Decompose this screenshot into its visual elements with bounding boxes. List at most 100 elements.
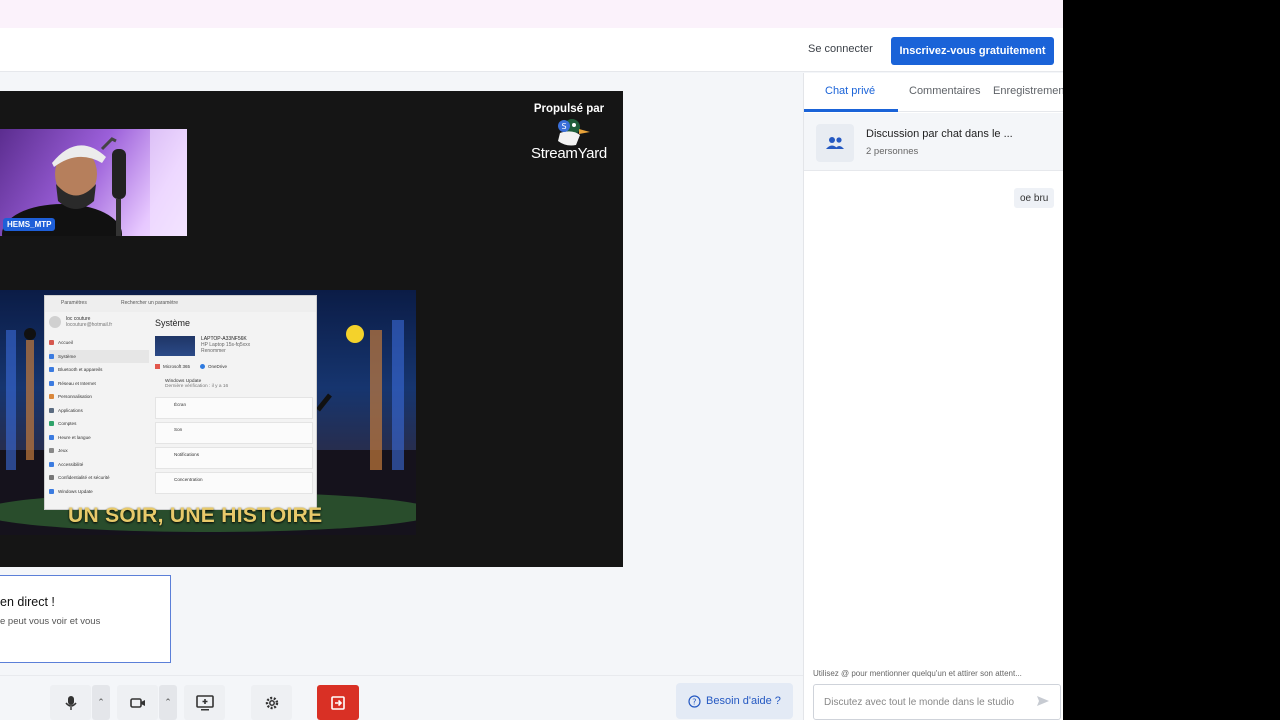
- window-user-email: locouture@hotmail.fr: [66, 322, 113, 328]
- microphone-button[interactable]: [50, 685, 91, 720]
- chevron-up-icon: ⌃: [97, 697, 105, 707]
- chat-header[interactable]: Discussion par chat dans le ... 2 person…: [804, 113, 1063, 171]
- window-nav-label: Réseau et Internet: [58, 380, 96, 386]
- people-icon: [826, 137, 844, 149]
- window-nav-label: Système: [58, 353, 76, 359]
- header-bar: Se connecter Inscrivez-vous gratuitement: [0, 28, 1063, 72]
- chat-members: 2 personnes: [866, 146, 919, 157]
- window-nav-label: Accessibilité: [58, 461, 84, 467]
- window-update: Windows Update Dernière vérification : i…: [155, 379, 313, 389]
- streamyard-logo-icon: S: [558, 119, 590, 146]
- window-nav-item: Comptes: [49, 417, 149, 431]
- window-nav-item: Applications: [49, 404, 149, 418]
- microphone-options-button[interactable]: ⌃: [92, 685, 110, 720]
- update-sub: Dernière vérification : il y a 16: [165, 384, 229, 389]
- window-nav-item: Windows Update: [49, 485, 149, 499]
- send-icon[interactable]: [1036, 695, 1050, 707]
- chat-input-placeholder: Discutez avec tout le monde dans le stud…: [824, 697, 1015, 708]
- chat-input[interactable]: Discutez avec tout le monde dans le stud…: [813, 684, 1061, 720]
- device-thumbnail: [155, 336, 195, 356]
- chat-group-avatar: [816, 124, 854, 162]
- microphone-icon: [64, 695, 77, 710]
- window-nav-item: Système: [49, 349, 149, 363]
- powered-by-label: Propulsé par: [533, 103, 605, 115]
- window-nav-item: Heure et langue: [49, 431, 149, 445]
- gear-icon: [265, 696, 278, 709]
- live-notice-card: en direct ! e peut vous voir et vous: [0, 575, 171, 663]
- powered-by-badge: Propulsé par S StreamYard: [523, 103, 615, 162]
- window-device: LAPTOP-A33NF56K HP Laptop 15s-fq5xxx Ren…: [155, 336, 313, 356]
- window-nav: loc couture locouture@hotmail.fr Accueil…: [49, 316, 149, 498]
- window-apps: Microsoft 365 OneDrive: [155, 364, 313, 369]
- window-nav-label: Jeux: [58, 448, 68, 454]
- brand-name: StreamYard: [531, 145, 607, 162]
- help-icon: ?: [688, 694, 701, 708]
- camera-feed[interactable]: HEMS_MTP: [0, 129, 187, 236]
- studio-app: Se connecter Inscrivez-vous gratuitement…: [0, 0, 1063, 720]
- settings-window: Paramètres Rechercher un paramètre loc c…: [44, 295, 317, 510]
- window-nav-item: Jeux: [49, 444, 149, 458]
- mention-hint: Utilisez @ pour mentionner quelqu'un et …: [813, 669, 1022, 678]
- window-nav-item: Accueil: [49, 336, 149, 350]
- chevron-up-icon: ⌃: [164, 697, 172, 707]
- screen-share-feed[interactable]: Paramètres Rechercher un paramètre loc c…: [0, 290, 416, 535]
- window-card: Écran: [155, 397, 313, 419]
- screen-share-icon: [195, 694, 214, 710]
- window-nav-label: Personnalisation: [58, 394, 92, 400]
- tab-private-chat[interactable]: Chat privé: [825, 85, 875, 97]
- live-notice-title: en direct !: [0, 595, 55, 609]
- window-nav-item: Bluetooth et appareils: [49, 363, 149, 377]
- window-search: Rechercher un paramètre: [121, 300, 178, 306]
- leave-studio-button[interactable]: [317, 685, 359, 720]
- svg-text:?: ?: [692, 697, 696, 706]
- window-user: loc couture locouture@hotmail.fr: [49, 316, 149, 328]
- window-card: Notifications: [155, 447, 313, 469]
- avatar: [49, 316, 61, 328]
- window-nav-label: Confidentialité et sécurité: [58, 475, 110, 481]
- window-nav-item: Personnalisation: [49, 390, 149, 404]
- screen-share-button[interactable]: [184, 685, 225, 720]
- camera-options-button[interactable]: ⌃: [159, 685, 177, 720]
- window-titlebar: Paramètres Rechercher un paramètre: [45, 296, 316, 312]
- window-nav-item: Confidentialité et sécurité: [49, 471, 149, 485]
- help-label: Besoin d'aide ?: [706, 695, 781, 707]
- window-heading: Système: [155, 318, 191, 328]
- chat-title: Discussion par chat dans le ...: [866, 128, 1013, 140]
- signup-button[interactable]: Inscrivez-vous gratuitement: [891, 37, 1054, 65]
- app-name: Microsoft 365: [163, 364, 191, 369]
- window-nav-item: Réseau et Internet: [49, 377, 149, 391]
- share-caption: UN SOIR, UNE HISTOIRE: [68, 504, 323, 527]
- window-main: Système LAPTOP-A33NF56K HP Laptop 15s-fq…: [155, 318, 313, 497]
- tab-comments[interactable]: Commentaires: [909, 85, 981, 97]
- svg-text:S: S: [562, 122, 567, 131]
- side-panel-tabs: Chat privé Commentaires Enregistrement: [804, 73, 1063, 112]
- stage-canvas: Propulsé par S StreamYard HEMS_MTP Param…: [0, 91, 623, 567]
- camera-icon: [129, 697, 145, 708]
- window-title: Paramètres: [61, 300, 87, 306]
- app-name: OneDrive: [208, 364, 228, 369]
- top-strip: [0, 0, 1063, 28]
- device-rename: Renommer: [201, 348, 226, 354]
- leave-icon: [331, 695, 345, 710]
- window-app: Microsoft 365: [155, 364, 190, 369]
- window-nav-label: Bluetooth et appareils: [58, 367, 103, 373]
- window-nav-label: Comptes: [58, 421, 77, 427]
- active-tab-indicator: [804, 109, 898, 112]
- window-app: OneDrive: [200, 364, 227, 369]
- window-card: Son: [155, 422, 313, 444]
- window-nav-label: Accueil: [58, 340, 73, 346]
- window-nav-label: Applications: [58, 407, 83, 413]
- window-nav-item: Accessibilité: [49, 458, 149, 472]
- tab-recording[interactable]: Enregistrement: [993, 85, 1063, 97]
- settings-button[interactable]: [251, 685, 292, 720]
- window-nav-label: Heure et langue: [58, 434, 91, 440]
- camera-name-tag: HEMS_MTP: [3, 218, 56, 231]
- chat-side-panel: Chat privé Commentaires Enregistrement D…: [803, 73, 1063, 720]
- chat-message: oe bru: [1014, 188, 1055, 208]
- window-nav-label: Windows Update: [58, 488, 93, 494]
- login-link[interactable]: Se connecter: [808, 43, 873, 55]
- window-card: Concentration: [155, 472, 313, 494]
- camera-button[interactable]: [117, 685, 158, 720]
- help-button[interactable]: ? Besoin d'aide ?: [676, 683, 793, 719]
- live-notice-text: e peut vous voir et vous: [0, 616, 101, 627]
